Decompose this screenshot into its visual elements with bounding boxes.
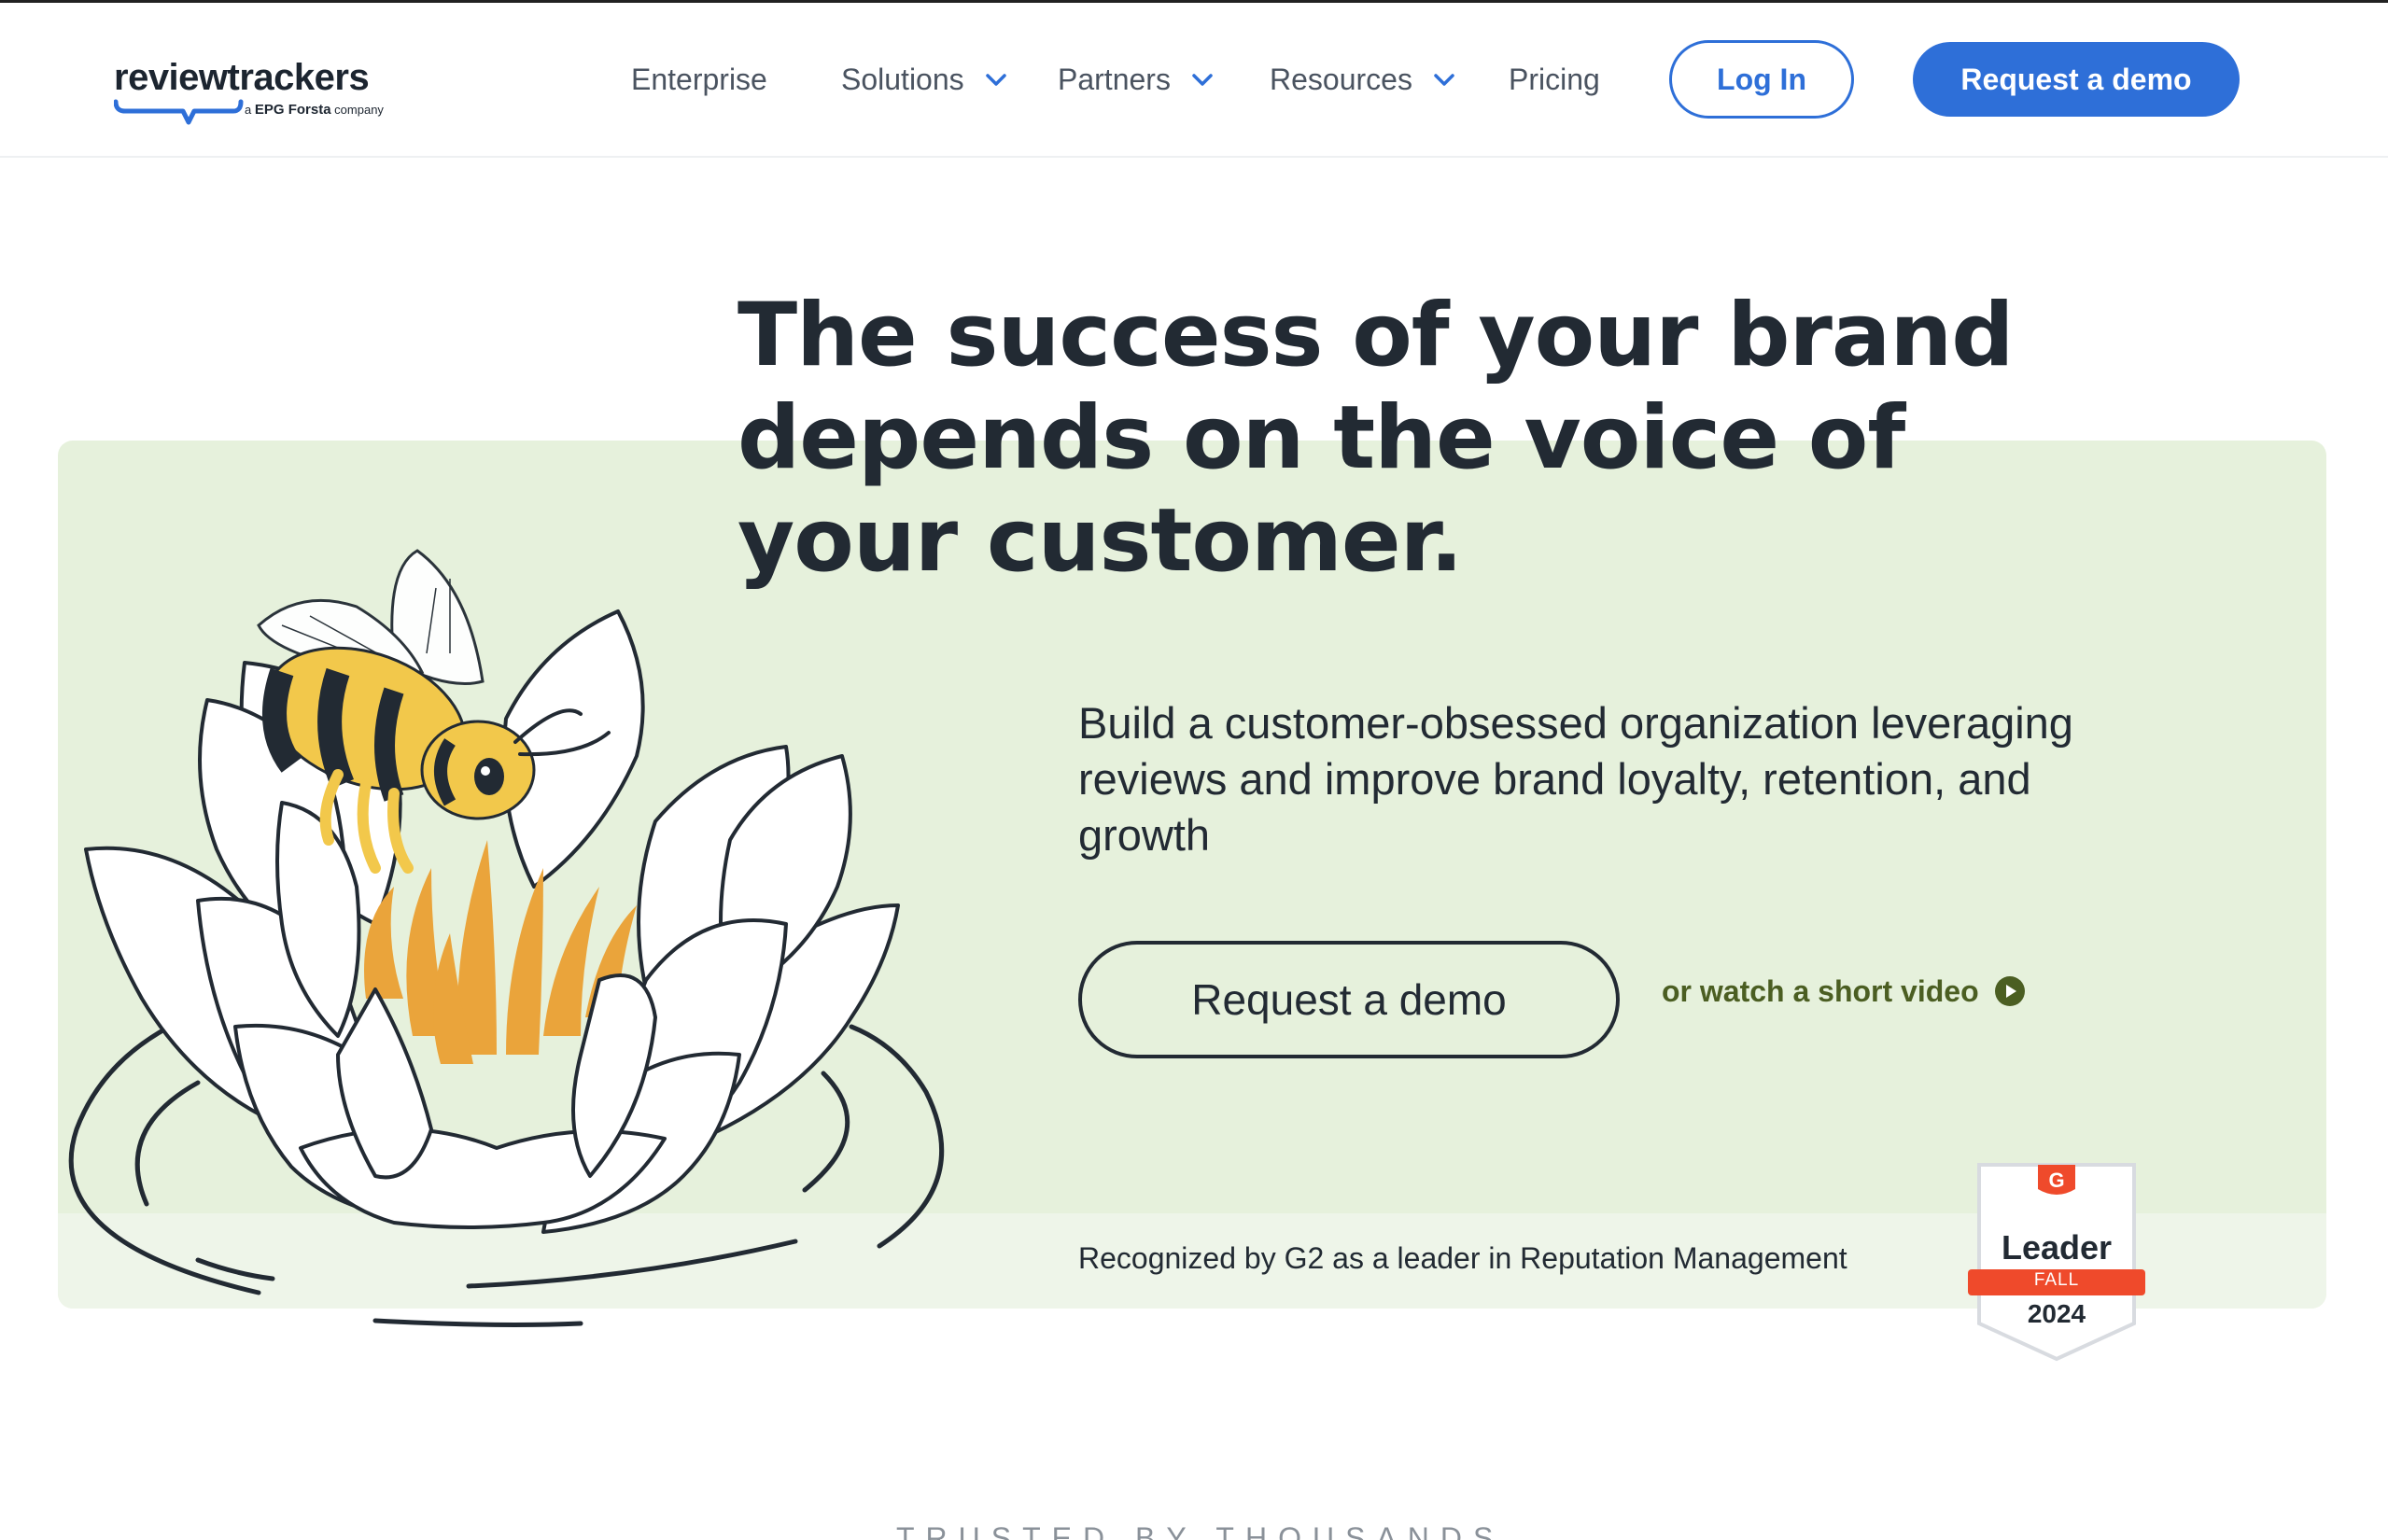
reviewtrackers-logo[interactable]: reviewtrackers a EPG Forsta company [114,57,394,135]
nav-item-label: Solutions [841,63,964,96]
logo-wordmark: reviewtrackers [114,57,370,98]
g2-badge-title: Leader [2001,1228,2113,1267]
top-navigation: reviewtrackers a EPG Forsta company Ente… [0,3,2388,158]
play-icon [1994,976,2025,1006]
chevron-down-icon [985,73,1006,86]
g2-badge-year: 2024 [2027,1299,2086,1328]
nav-item-enterprise[interactable]: Enterprise [631,59,767,100]
nav-item-resources[interactable]: Resources [1270,59,1454,100]
hero-subtext: Build a customer-obsessed organization l… [1078,698,2073,860]
g2-recognition-text: Recognized by G2 as a leader in Reputati… [1078,1241,1847,1275]
bee-on-lotus-illustration [68,549,945,1327]
nav-item-label: Resources [1270,63,1412,96]
request-demo-nav-button[interactable]: Request a demo [1913,42,2240,117]
chevron-down-icon [1192,73,1213,86]
page: reviewtrackers a EPG Forsta company Ente… [0,0,2388,1540]
nav-item-partners[interactable]: Partners [1058,59,1213,100]
g2-leader-badge: G Leader FALL 2024 [1968,1157,2145,1363]
watch-video-label: or watch a short video [1662,973,1979,1008]
login-button[interactable]: Log In [1669,40,1854,119]
chevron-down-icon [1434,73,1454,86]
nav-item-pricing[interactable]: Pricing [1509,59,1600,100]
trusted-by-heading: TRUSTED BY THOUSANDS [896,1521,1505,1540]
hero-headline: The success of your brand depends on the… [737,285,2015,592]
logo-sub-company: EPG Forsta [254,102,331,118]
nav-item-label: Pricing [1509,63,1600,96]
watch-video-link[interactable]: or watch a short video [1662,973,2026,1010]
speech-bubble-logo-icon [114,99,244,125]
nav-item-solutions[interactable]: Solutions [841,59,1006,100]
logo-sub-suffix: company [334,103,384,117]
logo-sub-prefix: a [245,103,252,117]
nav-item-label: Enterprise [631,63,767,96]
svg-text:G: G [2048,1169,2064,1192]
request-demo-hero-button[interactable]: Request a demo [1078,941,1620,1058]
nav-item-label: Partners [1058,63,1171,96]
logo-subtitle: a EPG Forsta company [245,102,384,118]
g2-badge-season: FALL [2033,1270,2080,1290]
